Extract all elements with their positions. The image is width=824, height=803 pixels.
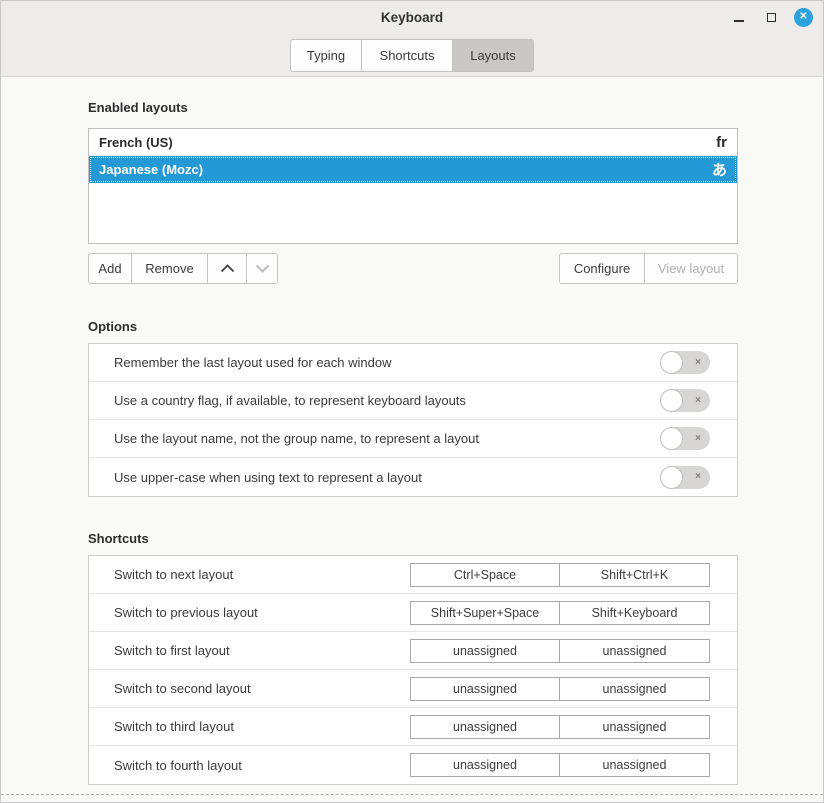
keybinding-button-1[interactable]: Ctrl+Space	[410, 563, 560, 587]
list-edit-buttons: Add Remove	[88, 253, 278, 284]
close-button[interactable]: ✕	[794, 8, 813, 27]
close-icon: ✕	[799, 12, 807, 22]
chevron-down-icon	[255, 264, 270, 273]
tab-bar: Typing Shortcuts Layouts	[1, 39, 823, 72]
layout-indicator-ja: あ	[712, 159, 727, 180]
tab-typing[interactable]: Typing	[290, 39, 362, 72]
minimize-icon	[734, 20, 744, 22]
option-row-country-flag: Use a country flag, if available, to rep…	[89, 382, 737, 420]
shortcut-label: Switch to second layout	[114, 681, 251, 696]
keybinding-group: unassigned unassigned	[410, 715, 710, 739]
window-title: Keyboard	[1, 10, 823, 25]
toggle-knob	[660, 389, 683, 412]
enabled-layouts-list[interactable]: French (US) fr Japanese (Mozc) あ	[88, 128, 738, 244]
option-label: Use upper-case when using text to repres…	[114, 470, 422, 485]
toggle-off-icon: ×	[695, 472, 701, 482]
layout-name-toggle[interactable]: ×	[660, 427, 710, 450]
option-label: Remember the last layout used for each w…	[114, 355, 391, 370]
bottom-resize-handle[interactable]	[1, 794, 823, 795]
view-layout-button[interactable]: View layout	[644, 253, 738, 284]
option-label: Use a country flag, if available, to rep…	[114, 393, 466, 408]
tab-layouts[interactable]: Layouts	[452, 39, 534, 72]
keybinding-button-2[interactable]: unassigned	[559, 677, 710, 701]
upper-case-toggle[interactable]: ×	[660, 466, 710, 489]
keybinding-group: Shift+Super+Space Shift+Keyboard	[410, 601, 710, 625]
shortcut-row-first-layout: Switch to first layout unassigned unassi…	[89, 632, 737, 670]
keybinding-button-2[interactable]: Shift+Ctrl+K	[559, 563, 710, 587]
keybinding-group: unassigned unassigned	[410, 677, 710, 701]
maximize-button[interactable]	[762, 8, 780, 26]
option-label: Use the layout name, not the group name,…	[114, 431, 479, 446]
layouts-toolbar: Add Remove Configure View layout	[88, 253, 738, 284]
minimize-button[interactable]	[730, 8, 748, 26]
shortcut-label: Switch to first layout	[114, 643, 230, 658]
shortcut-label: Switch to next layout	[114, 567, 233, 582]
layout-name: Japanese (Mozc)	[99, 162, 203, 177]
enabled-layouts-heading: Enabled layouts	[88, 99, 736, 117]
shortcut-row-fourth-layout: Switch to fourth layout unassigned unass…	[89, 746, 737, 784]
toggle-knob	[660, 427, 683, 450]
shortcuts-heading: Shortcuts	[88, 530, 736, 548]
chevron-up-icon	[220, 264, 235, 273]
options-box: Remember the last layout used for each w…	[88, 343, 738, 497]
add-layout-button[interactable]: Add	[88, 253, 132, 284]
toggle-knob	[660, 466, 683, 489]
toggle-off-icon: ×	[695, 396, 701, 406]
remove-layout-button[interactable]: Remove	[131, 253, 208, 284]
move-down-button[interactable]	[246, 253, 278, 284]
keybinding-button-2[interactable]: unassigned	[559, 715, 710, 739]
keybinding-group: unassigned unassigned	[410, 639, 710, 663]
configure-button[interactable]: Configure	[559, 253, 645, 284]
maximize-icon	[767, 13, 776, 22]
shortcut-row-previous-layout: Switch to previous layout Shift+Super+Sp…	[89, 594, 737, 632]
shortcut-row-second-layout: Switch to second layout unassigned unass…	[89, 670, 737, 708]
shortcut-label: Switch to previous layout	[114, 605, 258, 620]
keybinding-group: unassigned unassigned	[410, 753, 710, 777]
keybinding-button-1[interactable]: Shift+Super+Space	[410, 601, 560, 625]
option-row-layout-name: Use the layout name, not the group name,…	[89, 420, 737, 458]
keybinding-button-1[interactable]: unassigned	[410, 753, 560, 777]
remember-layout-toggle[interactable]: ×	[660, 351, 710, 374]
keyboard-settings-window: Keyboard ✕ Typing Shortcuts Layouts Enab…	[0, 0, 824, 803]
shortcuts-box: Switch to next layout Ctrl+Space Shift+C…	[88, 555, 738, 785]
keybinding-button-1[interactable]: unassigned	[410, 639, 560, 663]
keybinding-button-2[interactable]: unassigned	[559, 639, 710, 663]
keybinding-group: Ctrl+Space Shift+Ctrl+K	[410, 563, 710, 587]
layouts-page: Enabled layouts French (US) fr Japanese …	[1, 99, 823, 785]
move-up-button[interactable]	[207, 253, 247, 284]
keybinding-button-2[interactable]: Shift+Keyboard	[559, 601, 710, 625]
shortcut-label: Switch to third layout	[114, 719, 234, 734]
layout-action-buttons: Configure View layout	[559, 253, 738, 284]
layout-indicator-fr: fr	[716, 134, 727, 151]
window-header: Keyboard ✕ Typing Shortcuts Layouts	[1, 1, 823, 77]
option-row-upper-case: Use upper-case when using text to repres…	[89, 458, 737, 496]
layout-name: French (US)	[99, 135, 173, 150]
options-heading: Options	[88, 318, 736, 336]
layout-row-japanese[interactable]: Japanese (Mozc) あ	[89, 156, 737, 183]
shortcut-row-third-layout: Switch to third layout unassigned unassi…	[89, 708, 737, 746]
window-controls: ✕	[730, 1, 813, 33]
keybinding-button-2[interactable]: unassigned	[559, 753, 710, 777]
toggle-knob	[660, 351, 683, 374]
shortcut-row-next-layout: Switch to next layout Ctrl+Space Shift+C…	[89, 556, 737, 594]
option-row-remember-layout: Remember the last layout used for each w…	[89, 344, 737, 382]
country-flag-toggle[interactable]: ×	[660, 389, 710, 412]
titlebar[interactable]: Keyboard ✕	[1, 1, 823, 33]
keybinding-button-1[interactable]: unassigned	[410, 715, 560, 739]
toggle-off-icon: ×	[695, 434, 701, 444]
shortcut-label: Switch to fourth layout	[114, 758, 242, 773]
layout-row-french[interactable]: French (US) fr	[89, 129, 737, 156]
toggle-off-icon: ×	[695, 358, 701, 368]
tab-shortcuts[interactable]: Shortcuts	[361, 39, 453, 72]
keybinding-button-1[interactable]: unassigned	[410, 677, 560, 701]
